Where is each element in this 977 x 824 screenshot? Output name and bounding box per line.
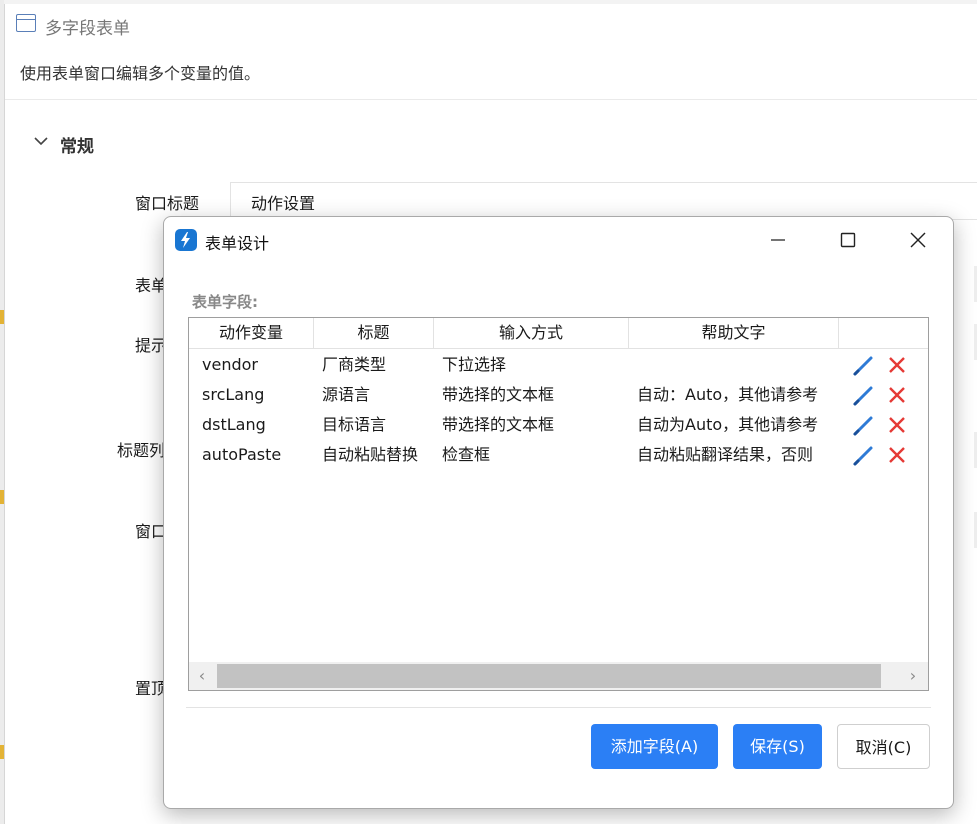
scrollbar-thumb[interactable] <box>217 664 881 688</box>
label-title-column: 标题列 <box>117 441 166 460</box>
pencil-icon[interactable] <box>852 385 874 407</box>
scroll-right-icon[interactable]: › <box>902 662 924 690</box>
red-x-icon[interactable] <box>887 415 907 435</box>
background-window-title: 多字段表单 <box>45 19 130 39</box>
pencil-icon[interactable] <box>852 445 874 467</box>
scroll-left-icon[interactable]: ‹ <box>191 662 213 690</box>
cell-input-method: 检查框 <box>442 445 491 464</box>
dialog-title: 表单设计 <box>205 234 270 253</box>
save-button[interactable]: 保存(S) <box>733 724 822 769</box>
section-title-general[interactable]: 常规 <box>60 132 94 157</box>
column-header-title[interactable]: 标题 <box>314 318 434 348</box>
minimize-button[interactable] <box>758 225 798 255</box>
cancel-button[interactable]: 取消(C) <box>837 724 930 769</box>
background-titlebar: 多字段表单 <box>5 4 977 48</box>
lightning-app-icon <box>175 229 197 251</box>
window-title-input[interactable] <box>230 182 977 220</box>
red-x-icon[interactable] <box>887 355 907 375</box>
column-header-input-method[interactable]: 输入方式 <box>434 318 629 348</box>
cell-input-method: 带选择的文本框 <box>442 385 555 404</box>
cell-help-text: 自动：Auto，其他请参考 <box>637 385 819 404</box>
red-x-icon[interactable] <box>887 445 907 465</box>
form-fields-label: 表单字段: <box>192 293 258 311</box>
add-field-button[interactable]: 添加字段(A) <box>591 724 718 769</box>
cell-variable: vendor <box>202 355 258 374</box>
maximize-button[interactable] <box>828 225 868 255</box>
cell-title: 自动粘贴替换 <box>322 445 419 464</box>
table-row[interactable]: autoPaste 自动粘贴替换 检查框 自动粘贴翻译结果，否则 <box>189 440 928 470</box>
cell-input-method: 下拉选择 <box>442 355 507 374</box>
window-icon <box>16 14 36 32</box>
divider <box>5 99 977 100</box>
cell-variable: autoPaste <box>202 445 282 464</box>
close-button[interactable] <box>898 225 938 255</box>
form-fields-table: 动作变量 标题 输入方式 帮助文字 vendor 厂商类型 下拉选择 srcLa… <box>188 317 929 691</box>
column-header-help-text[interactable]: 帮助文字 <box>629 318 839 348</box>
chevron-down-icon[interactable] <box>34 134 48 150</box>
column-header-variable[interactable]: 动作变量 <box>189 318 314 348</box>
dialog-divider <box>186 707 931 708</box>
form-design-dialog: 表单设计 表单字段: 动作变量 标题 输入方式 帮助文字 vendor 厂商类型… <box>163 216 954 809</box>
table-row[interactable]: srcLang 源语言 带选择的文本框 自动：Auto，其他请参考 <box>189 380 928 410</box>
cell-variable: dstLang <box>202 415 266 434</box>
cell-help-text <box>637 350 831 380</box>
cell-title: 厂商类型 <box>322 355 387 374</box>
pencil-icon[interactable] <box>852 355 874 377</box>
cell-help-text: 自动为Auto，其他请参考 <box>637 415 819 434</box>
table-row[interactable]: dstLang 目标语言 带选择的文本框 自动为Auto，其他请参考 <box>189 410 928 440</box>
label-window-title: 窗口标题 <box>135 194 200 213</box>
cell-title: 目标语言 <box>322 415 387 434</box>
cell-help-text: 自动粘贴翻译结果，否则 <box>637 445 814 464</box>
cell-input-method: 带选择的文本框 <box>442 415 555 434</box>
cell-variable: srcLang <box>202 385 265 404</box>
horizontal-scrollbar[interactable]: ‹ › <box>189 662 928 690</box>
red-x-icon[interactable] <box>887 385 907 405</box>
table-row[interactable]: vendor 厂商类型 下拉选择 <box>189 350 928 380</box>
cell-title: 源语言 <box>322 385 371 404</box>
table-header: 动作变量 标题 输入方式 帮助文字 <box>189 318 928 349</box>
window-title-input-value: 动作设置 <box>251 194 316 213</box>
background-description: 使用表单窗口编辑多个变量的值。 <box>20 64 261 83</box>
pencil-icon[interactable] <box>852 415 874 437</box>
